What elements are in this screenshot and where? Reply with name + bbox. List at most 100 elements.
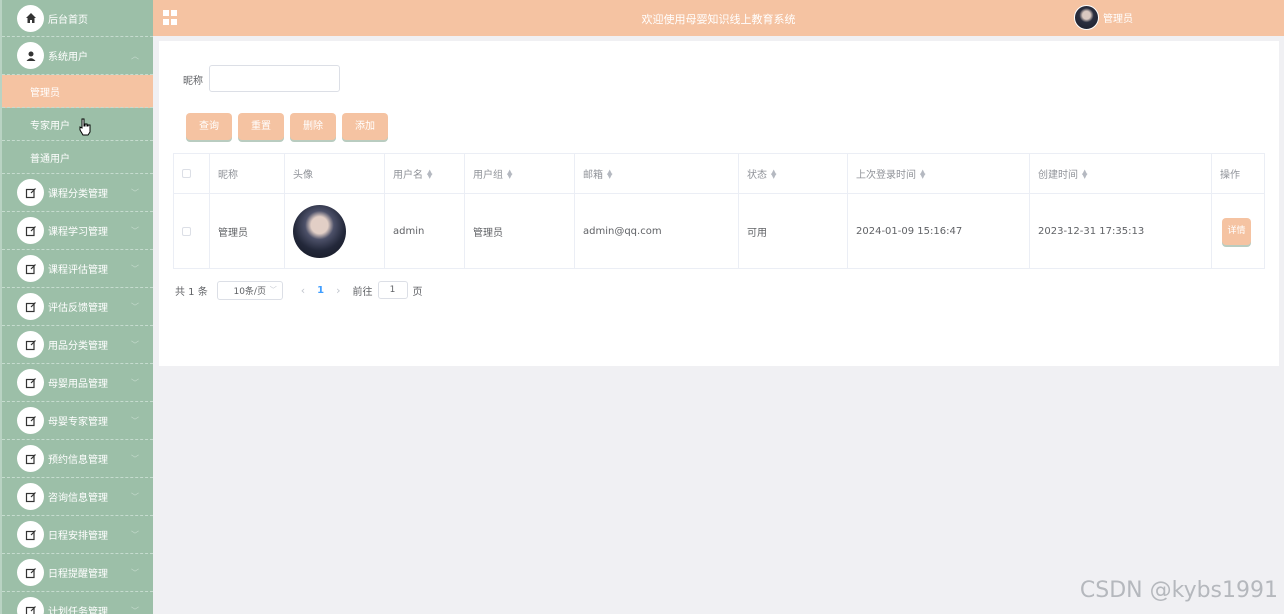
edit-icon <box>17 293 44 320</box>
sidebar-item-module[interactable]: 评估反馈管理 ﹀ <box>2 288 153 326</box>
page-size-select[interactable]: 10条/页 ﹀ <box>216 280 283 300</box>
header-label: 操作 <box>1220 170 1240 181</box>
cell-avatar <box>285 194 385 268</box>
header-label: 上次登录时间 <box>856 170 916 181</box>
edit-icon <box>17 407 44 434</box>
select-all-cell <box>174 154 210 193</box>
edit-icon <box>17 331 44 358</box>
prev-page-icon[interactable]: ‹ <box>301 284 305 297</box>
total-count: 共 1 条 <box>175 286 208 298</box>
row-checkbox[interactable] <box>182 226 191 236</box>
watermark: CSDN @kybs1991 <box>1079 578 1278 603</box>
edit-icon <box>17 369 44 396</box>
chevron-down-icon: ﹀ <box>131 226 139 235</box>
table-header: 昵称 头像 用户名 ▲ ▼ 用户组 ▲ ▼ 邮箱 ▲ ▼ 状态 ▲ ▼ 上次登录时间 ▲ ▼ 创建时… <box>174 154 1264 194</box>
add-button[interactable]: 添加 <box>342 113 388 140</box>
header-email[interactable]: 邮箱 ▲ ▼ <box>575 154 739 193</box>
reset-button[interactable]: 重置 <box>238 113 284 140</box>
edit-icon <box>17 445 44 472</box>
header-label: 用户名 <box>393 170 423 181</box>
header-label: 邮箱 <box>583 170 603 181</box>
header-label: 状态 <box>747 170 767 181</box>
edit-icon <box>17 483 44 510</box>
sidebar-item-label: 评估反馈管理 <box>48 303 108 314</box>
sidebar-item-module[interactable]: 母婴用品管理 ﹀ <box>2 364 153 402</box>
cell-actions: 详情 <box>1212 194 1264 268</box>
sidebar-item-module[interactable]: 日程提醒管理 ﹀ <box>2 554 153 592</box>
user-icon <box>17 42 44 69</box>
sidebar-item-module[interactable]: 课程学习管理 ﹀ <box>2 212 153 250</box>
topbar: 欢迎使用母婴知识线上教育系统 管理员 <box>153 0 1284 36</box>
sidebar-item-module[interactable]: 日程安排管理 ﹀ <box>2 516 153 554</box>
sidebar-item-module[interactable]: 母婴专家管理 ﹀ <box>2 402 153 440</box>
sidebar-item-module[interactable]: 用品分类管理 ﹀ <box>2 326 153 364</box>
chevron-down-icon: ﹀ <box>131 378 139 387</box>
chevron-down-icon: ﹀ <box>269 286 277 294</box>
sort-icon[interactable]: ▲ ▼ <box>607 168 612 179</box>
sidebar: 后台首页 系统用户 ︿ 管理员 专家用户 普通用户 课程分类管理 ﹀ 课程学习管… <box>0 0 153 614</box>
users-table: 昵称 头像 用户名 ▲ ▼ 用户组 ▲ ▼ 邮箱 ▲ ▼ 状态 ▲ ▼ 上次登录时间 ▲ ▼ 创建时… <box>173 153 1265 269</box>
delete-button[interactable]: 删除 <box>290 113 336 140</box>
chevron-down-icon: ﹀ <box>131 264 139 273</box>
sort-icon[interactable]: ▲ ▼ <box>507 168 512 179</box>
sidebar-item-home[interactable]: 后台首页 <box>2 0 153 37</box>
header-label: 昵称 <box>218 170 238 181</box>
chevron-down-icon: ﹀ <box>131 416 139 425</box>
detail-button[interactable]: 详情 <box>1222 217 1251 245</box>
sidebar-item-module[interactable]: 计划任务管理 ﹀ <box>2 592 153 614</box>
sidebar-item-module[interactable]: 预约信息管理 ﹀ <box>2 440 153 478</box>
sidebar-subitem-admin[interactable]: 管理员 <box>2 75 153 108</box>
cell-nickname: 管理员 <box>210 194 285 268</box>
sidebar-item-label: 母婴用品管理 <box>48 379 108 390</box>
sidebar-item-module[interactable]: 课程分类管理 ﹀ <box>2 174 153 212</box>
sort-icon[interactable]: ▲ ▼ <box>1082 168 1087 179</box>
goto-page-input[interactable]: 1 <box>377 281 408 299</box>
edit-icon <box>17 255 44 282</box>
sidebar-item-label: 课程分类管理 <box>48 189 108 200</box>
page-size-value: 10条/页 <box>233 286 266 297</box>
sidebar-item-label: 计划任务管理 <box>48 607 108 614</box>
goto-label: 前往 <box>352 286 373 298</box>
chevron-down-icon: ﹀ <box>131 454 139 463</box>
header-label: 用户组 <box>473 170 503 181</box>
hand-cursor-icon <box>79 118 91 136</box>
sort-icon[interactable]: ▲ ▼ <box>427 168 432 179</box>
current-page[interactable]: 1 <box>317 285 324 296</box>
header-username[interactable]: 用户名 ▲ ▼ <box>385 154 465 193</box>
edit-icon <box>17 521 44 548</box>
chevron-up-icon: ︿ <box>131 51 139 60</box>
header-nickname: 昵称 <box>210 154 285 193</box>
sidebar-item-module[interactable]: 咨询信息管理 ﹀ <box>2 478 153 516</box>
sidebar-item-label: 系统用户 <box>48 52 88 63</box>
sort-icon[interactable]: ▲ ▼ <box>920 168 925 179</box>
sidebar-subitem-normal-users[interactable]: 普通用户 <box>2 141 153 174</box>
header-status[interactable]: 状态 ▲ ▼ <box>739 154 848 193</box>
header-last-login[interactable]: 上次登录时间 ▲ ▼ <box>848 154 1030 193</box>
sidebar-item-module[interactable]: 课程评估管理 ﹀ <box>2 250 153 288</box>
header-actions: 操作 <box>1212 154 1264 193</box>
header-label: 头像 <box>293 170 313 181</box>
edit-icon <box>17 597 44 614</box>
nickname-search-input[interactable] <box>209 65 340 92</box>
sidebar-item-label: 用品分类管理 <box>48 341 108 352</box>
row-select-cell <box>174 194 210 268</box>
header-avatar: 头像 <box>285 154 385 193</box>
sidebar-item-system-users[interactable]: 系统用户 ︿ <box>2 37 153 75</box>
header-created[interactable]: 创建时间 ▲ ▼ <box>1030 154 1212 193</box>
sidebar-item-label: 后台首页 <box>48 14 88 26</box>
user-menu[interactable]: 管理员 <box>1074 5 1133 30</box>
chevron-down-icon: ﹀ <box>131 340 139 349</box>
query-button[interactable]: 查询 <box>186 113 232 140</box>
chevron-down-icon: ﹀ <box>131 188 139 197</box>
select-all-checkbox[interactable] <box>182 169 191 178</box>
sidebar-item-label: 咨询信息管理 <box>48 493 108 504</box>
next-page-icon[interactable]: › <box>336 284 340 297</box>
sort-icon[interactable]: ▲ ▼ <box>771 168 776 179</box>
sidebar-item-label: 日程提醒管理 <box>48 569 108 580</box>
avatar <box>293 204 346 258</box>
cell-created: 2023-12-31 17:35:13 <box>1030 194 1212 268</box>
header-group[interactable]: 用户组 ▲ ▼ <box>465 154 575 193</box>
sidebar-item-label: 日程安排管理 <box>48 531 108 542</box>
edit-icon <box>17 559 44 586</box>
chevron-down-icon: ﹀ <box>131 302 139 311</box>
